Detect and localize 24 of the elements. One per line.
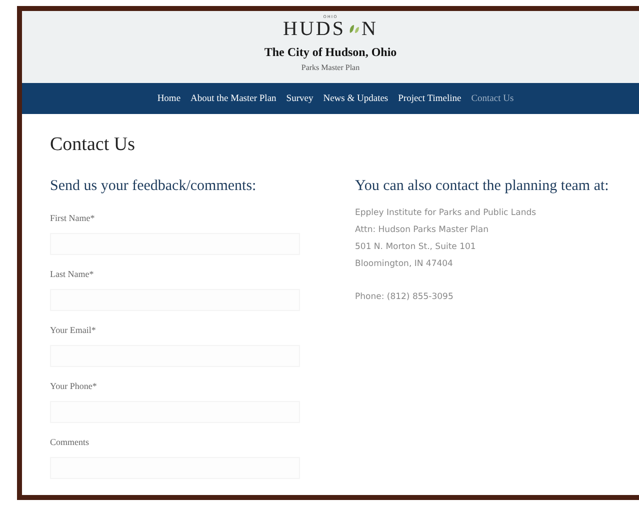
nav-link[interactable]: Survey bbox=[286, 94, 314, 104]
leaf-icon bbox=[348, 23, 360, 35]
field-label: Comments bbox=[50, 437, 90, 447]
address-line: 501 N. Morton St., Suite 101 bbox=[355, 241, 477, 254]
page-title: Contact Us bbox=[50, 134, 136, 156]
nav-link[interactable]: About the Master Plan bbox=[190, 94, 276, 104]
address-line: Bloomington, IN 47404 bbox=[355, 258, 454, 271]
nav-link[interactable]: Project Timeline bbox=[398, 94, 462, 104]
field-label: Your Email* bbox=[50, 325, 97, 335]
nav-link[interactable]: Home bbox=[157, 94, 181, 104]
address-line: Eppley Institute for Parks and Public Lands bbox=[355, 207, 538, 220]
site-title: The City of Hudson, Ohio bbox=[264, 45, 397, 60]
logo-text: HUDS bbox=[283, 19, 346, 39]
nav-link[interactable]: Contact Us bbox=[471, 94, 514, 104]
phone-text: Phone: (812) 855-3095 bbox=[355, 291, 454, 304]
field-label: First Name* bbox=[50, 213, 96, 223]
nav-link[interactable]: News & Updates bbox=[323, 94, 388, 104]
form-heading: Send us your feedback/comments: bbox=[50, 177, 258, 196]
address-line: Attn: Hudson Parks Master Plan bbox=[355, 224, 490, 237]
contact-heading: You can also contact the planning team at: bbox=[355, 177, 610, 196]
field-label: Your Phone* bbox=[50, 381, 98, 391]
field-label: Last Name* bbox=[50, 269, 95, 279]
logo-text: N bbox=[362, 19, 378, 39]
site-subtitle: Parks Master Plan bbox=[301, 63, 360, 72]
